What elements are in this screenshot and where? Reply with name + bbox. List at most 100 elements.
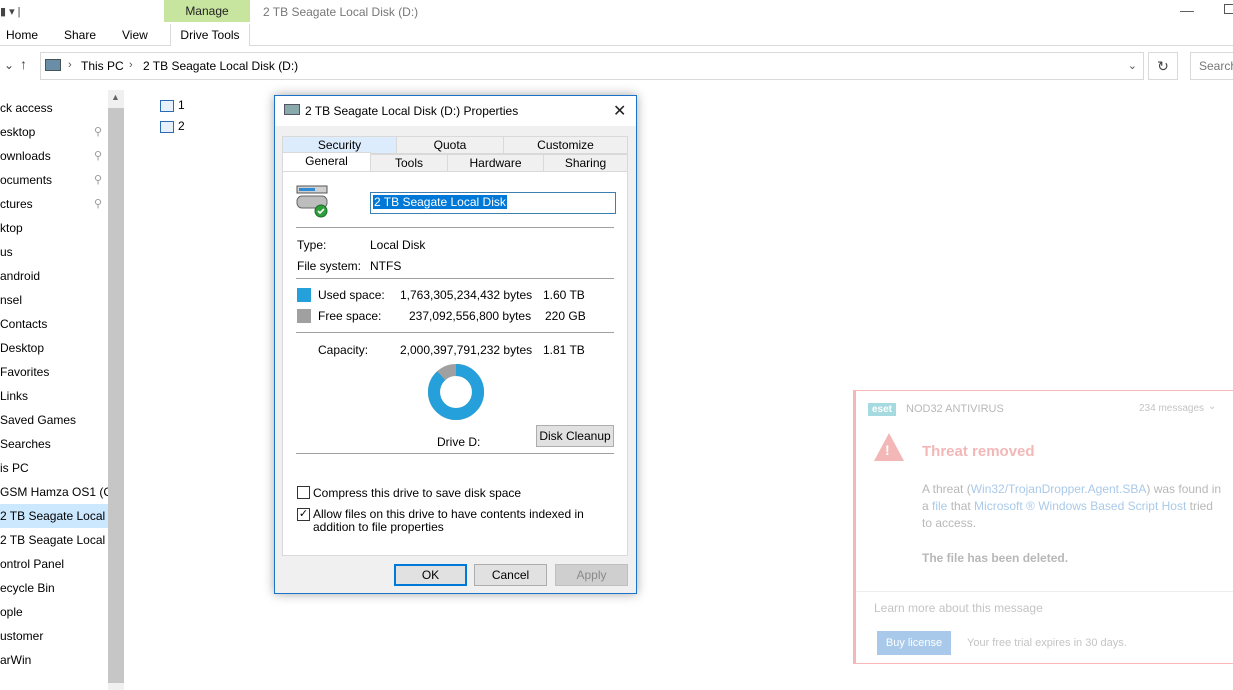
nav-scrollbar-thumb[interactable]	[108, 108, 124, 683]
sidebar-item[interactable]: Favorites	[0, 360, 108, 384]
sidebar-item[interactable]: Searches	[0, 432, 108, 456]
screen: ▮ ▾ | Manage 2 TB Seagate Local Disk (D:…	[0, 0, 1233, 690]
up-arrow-icon[interactable]: ↑	[20, 56, 27, 72]
sidebar-item[interactable]: ontrol Panel	[0, 552, 108, 576]
free-space-swatch	[297, 309, 311, 323]
threat-message: A threat (Win32/TrojanDropper.Agent.SBA)…	[922, 482, 1222, 530]
threat-link[interactable]: Win32/TrojanDropper.Agent.SBA	[971, 482, 1147, 496]
drive-letter-label: Drive D:	[437, 435, 481, 449]
tab-hardware[interactable]: Hardware	[447, 154, 544, 172]
sidebar-item-label: ocuments	[0, 173, 53, 187]
compress-checkbox[interactable]	[297, 486, 310, 499]
quick-access-toolbar-icon[interactable]: ▮ ▾ |	[0, 5, 21, 18]
ribbon-tab-manage[interactable]: Manage	[164, 0, 250, 22]
navigation-pane: ck access esktop ⚲ ownloads ⚲ ocuments ⚲ ctures…	[0, 90, 108, 690]
sidebar-item[interactable]: GSM Hamza OS1 (C:)	[0, 480, 108, 504]
ribbon-tab-view[interactable]: View	[122, 28, 148, 42]
sidebar-item[interactable]: 2 TB Seagate Local Di	[0, 528, 108, 552]
address-row: ⌄ ↑ › This PC › 2 TB Seagate Local Disk …	[0, 50, 1233, 82]
sidebar-item[interactable]: is PC	[0, 456, 108, 480]
sidebar-item-label: Saved Games	[0, 413, 77, 427]
ribbon-tab-home[interactable]: Home	[6, 28, 38, 42]
sidebar-item[interactable]: 2 TB Seagate Local Di	[0, 504, 108, 528]
sidebar-item[interactable]: arWin	[0, 648, 108, 672]
sidebar-item[interactable]: ople	[0, 600, 108, 624]
sidebar-item[interactable]: ownloads ⚲	[0, 144, 108, 168]
message-count: 234 messages	[1139, 403, 1205, 414]
pin-icon[interactable]: ⚲	[94, 144, 102, 168]
refresh-icon[interactable]: ↻	[1148, 52, 1178, 80]
sidebar-item[interactable]: ktop	[0, 216, 108, 240]
sidebar-item-label: esktop	[0, 125, 36, 139]
sidebar-item-label: Links	[0, 389, 29, 403]
sidebar-item[interactable]: us	[0, 240, 108, 264]
tab-quota[interactable]: Quota	[396, 136, 504, 154]
antivirus-notification[interactable]: eset NOD32 ANTIVIRUS 234 messages ⌄ ! Th…	[853, 390, 1233, 664]
buy-license-button[interactable]: Buy license	[877, 631, 951, 655]
chevron-down-icon[interactable]: ⌄	[1208, 401, 1216, 412]
disk-cleanup-button[interactable]: Disk Cleanup	[536, 425, 614, 447]
sidebar-item[interactable]: android	[0, 264, 108, 288]
sidebar-item[interactable]: Saved Games	[0, 408, 108, 432]
sidebar-item-label: 2 TB Seagate Local Di	[0, 533, 108, 547]
pin-icon[interactable]: ⚲	[94, 120, 102, 144]
sidebar-item[interactable]: ustomer	[0, 624, 108, 648]
close-icon[interactable]: ✕	[613, 101, 626, 121]
tab-customize[interactable]: Customize	[503, 136, 628, 154]
tab-sharing[interactable]: Sharing	[543, 154, 628, 172]
hard-drive-icon	[296, 185, 328, 218]
divider	[296, 227, 614, 228]
type-value: Local Disk	[370, 238, 426, 252]
sidebar-item[interactable]: ctures ⚲	[0, 192, 108, 216]
index-label[interactable]: Allow files on this drive to have conten…	[313, 508, 617, 534]
eset-logo: eset	[868, 403, 897, 416]
list-item[interactable]: 2	[160, 117, 185, 135]
app-link[interactable]: Microsoft ® Windows Based Script Host	[974, 499, 1186, 513]
sidebar-item[interactable]: ecycle Bin	[0, 576, 108, 600]
maximize-icon[interactable]	[1224, 4, 1233, 14]
chevron-right-icon[interactable]: ›	[68, 59, 72, 71]
eset-product-name: NOD32 ANTIVIRUS	[906, 403, 1004, 415]
used-space-swatch	[297, 288, 311, 302]
compress-label[interactable]: Compress this drive to save disk space	[313, 486, 521, 500]
sidebar-item[interactable]: ck access	[0, 96, 108, 120]
trial-expiry-text: Your free trial expires in 30 days.	[967, 637, 1127, 649]
breadcrumb-this-pc[interactable]: This PC	[81, 59, 124, 73]
title-bar: ▮ ▾ | Manage 2 TB Seagate Local Disk (D:…	[0, 0, 1233, 24]
address-bar[interactable]: › This PC › 2 TB Seagate Local Disk (D:)…	[40, 52, 1144, 80]
recent-locations-icon[interactable]: ⌄	[4, 58, 14, 72]
chevron-right-icon[interactable]: ›	[129, 59, 133, 71]
list-item[interactable]: 1	[160, 96, 185, 114]
sidebar-item[interactable]: Links	[0, 384, 108, 408]
file-link[interactable]: file	[932, 499, 947, 513]
index-checkbox[interactable]: ✓	[297, 508, 310, 521]
learn-more-link[interactable]: Learn more about this message	[874, 601, 1043, 615]
sidebar-item[interactable]: nsel	[0, 288, 108, 312]
tab-general[interactable]: General	[282, 152, 371, 172]
sidebar-item[interactable]: Contacts	[0, 312, 108, 336]
chevron-down-icon[interactable]: ⌄	[1128, 59, 1137, 72]
file-system-value: NTFS	[370, 259, 402, 273]
drive-name-field[interactable]: 2 TB Seagate Local Disk	[370, 192, 616, 214]
divider	[856, 591, 1233, 592]
sidebar-item[interactable]: esktop ⚲	[0, 120, 108, 144]
ribbon-tab-drive-tools[interactable]: Drive Tools	[170, 24, 250, 46]
ok-button[interactable]: OK	[394, 564, 467, 586]
pin-icon[interactable]: ⚲	[94, 168, 102, 192]
sidebar-item-label: Searches	[0, 437, 51, 451]
window-title: 2 TB Seagate Local Disk (D:)	[263, 5, 419, 19]
sidebar-item-label: Desktop	[0, 341, 45, 355]
sidebar-item[interactable]: ocuments ⚲	[0, 168, 108, 192]
minimize-icon[interactable]: —	[1180, 2, 1194, 18]
scroll-up-icon[interactable]: ▲	[111, 92, 120, 102]
apply-button[interactable]: Apply	[555, 564, 628, 586]
search-input[interactable]: Search	[1190, 52, 1233, 80]
tab-tools[interactable]: Tools	[370, 154, 448, 172]
used-space-bytes: 1,763,305,234,432 bytes	[400, 288, 533, 302]
cancel-button[interactable]: Cancel	[474, 564, 547, 586]
sidebar-item[interactable]: Desktop	[0, 336, 108, 360]
ribbon-tab-share[interactable]: Share	[64, 28, 96, 42]
breadcrumb-drive[interactable]: 2 TB Seagate Local Disk (D:)	[143, 59, 298, 73]
nav-scrollbar[interactable]: ▲	[108, 90, 124, 690]
pin-icon[interactable]: ⚲	[94, 192, 102, 216]
